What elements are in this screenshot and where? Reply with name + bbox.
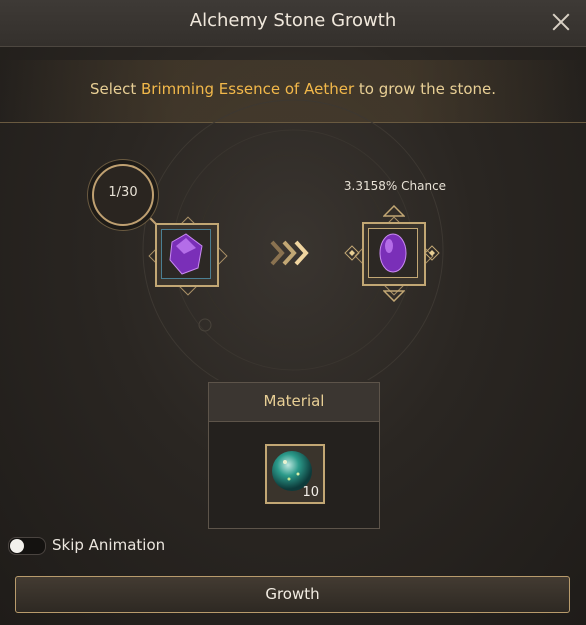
alchemy-stone-growth-dialog: Alchemy Stone Growth Select Brimming Ess… <box>0 0 586 625</box>
purple-gem-icon <box>169 233 203 275</box>
attempt-counter-text: 1/30 <box>108 185 138 200</box>
attempt-counter: 1/30 <box>92 164 154 226</box>
success-chance: 3.3158% Chance <box>343 179 447 193</box>
chevron-right-icon <box>270 240 309 266</box>
purple-gem-icon <box>379 233 407 273</box>
material-count: 10 <box>302 485 319 500</box>
growth-button-label: Growth <box>265 585 320 603</box>
toggle-knob <box>10 539 24 553</box>
skip-animation-toggle[interactable] <box>8 537 46 555</box>
material-box: Material 10 <box>208 382 380 529</box>
decorative-rings <box>141 99 444 380</box>
material-slot[interactable]: 10 <box>265 444 325 504</box>
current-stone-slot[interactable] <box>155 223 219 287</box>
skip-animation-label: Skip Animation <box>52 536 166 554</box>
arrow-down-icon <box>383 290 405 302</box>
diamond-marker-icon <box>344 245 360 261</box>
result-stone-slot[interactable] <box>362 222 426 286</box>
diamond-marker-icon <box>424 245 440 261</box>
growth-button[interactable]: Growth <box>15 576 570 613</box>
material-title: Material <box>263 392 325 410</box>
arrow-up-icon <box>383 205 405 217</box>
material-header: Material <box>209 383 379 422</box>
